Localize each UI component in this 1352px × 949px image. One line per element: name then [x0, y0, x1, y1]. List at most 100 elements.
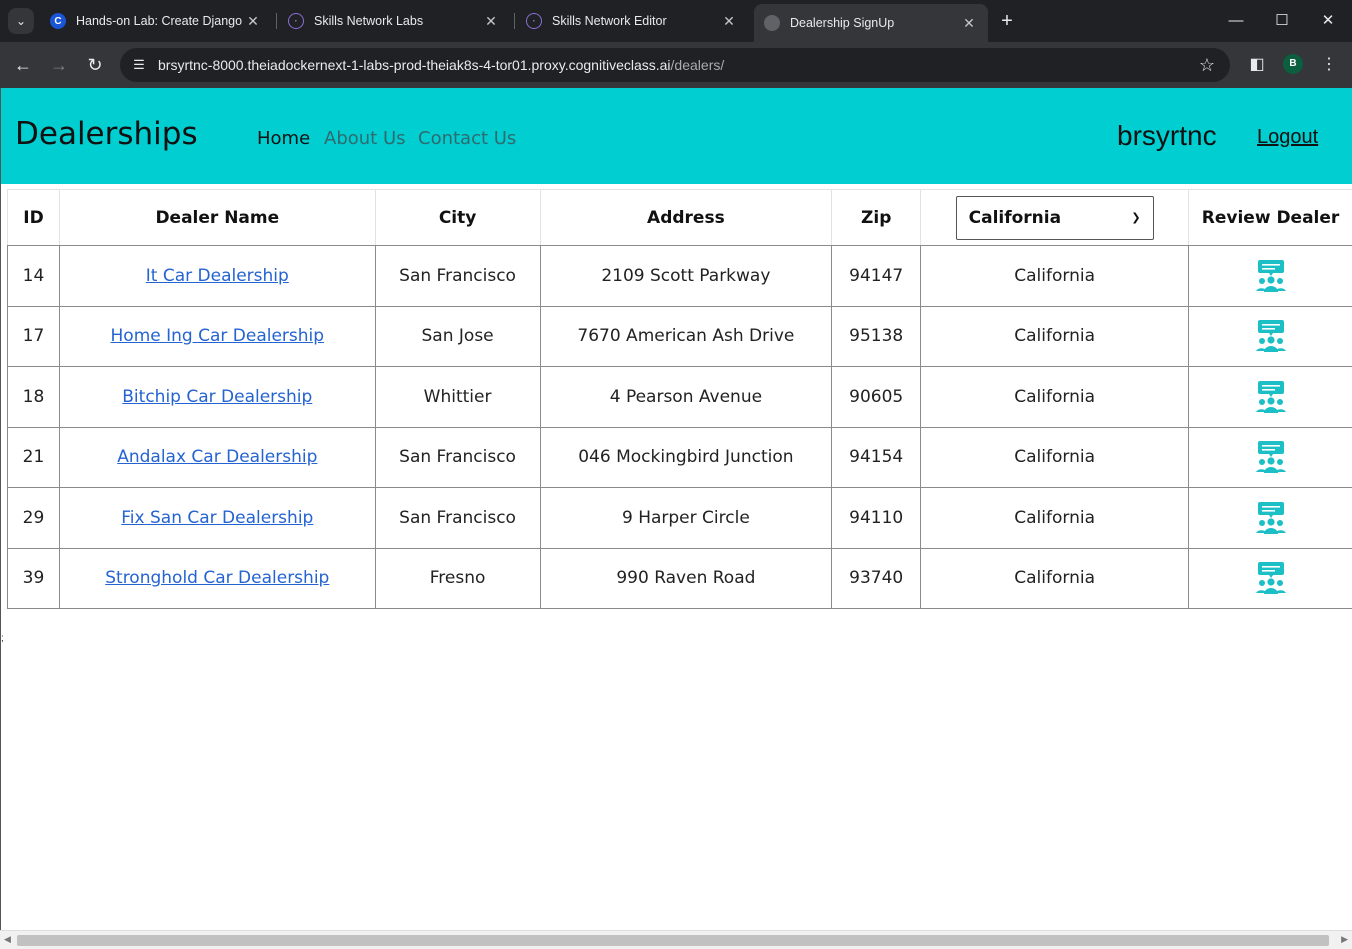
globe-icon — [764, 15, 780, 31]
cell-dealer-name: Stronghold Car Dealership — [58, 547, 376, 609]
scroll-left-icon[interactable]: ◀ — [4, 934, 11, 945]
chevron-down-icon: ⌄ — [15, 14, 27, 28]
cell-id: 39 — [7, 547, 60, 609]
cell-city: San Francisco — [374, 245, 541, 307]
close-icon[interactable]: ✕ — [960, 15, 978, 32]
forward-button[interactable]: → — [46, 52, 72, 78]
table-row: 17 Home Ing Car Dealership San Jose 7670 Am… — [7, 305, 1352, 367]
review-people-icon[interactable] — [1254, 259, 1288, 293]
browser-tab-2[interactable]: · Skills Network Labs ✕ — [278, 6, 510, 36]
cell-address: 990 Raven Road — [539, 547, 833, 609]
browser-tab-1[interactable]: C Hands-on Lab: Create Django P ✕ — [40, 6, 272, 36]
cell-address: 4 Pearson Avenue — [539, 366, 833, 428]
cell-review — [1188, 487, 1352, 549]
review-people-icon[interactable] — [1254, 501, 1288, 535]
header-dealer-name: Dealer Name — [58, 189, 376, 246]
menu-kebab-icon[interactable]: ⋮ — [1318, 54, 1340, 76]
cell-review — [1188, 426, 1352, 488]
table-row: 21 Andalax Car Dealership San Francisco 046… — [7, 426, 1352, 488]
chevron-down-icon: ❯ — [1131, 211, 1141, 224]
cell-zip: 90605 — [831, 366, 922, 428]
nav-link-contact[interactable]: Contact Us — [418, 128, 516, 149]
table-row: 29 Fix San Car Dealership San Francisco 9 H… — [7, 487, 1352, 549]
cell-address: 9 Harper Circle — [539, 487, 833, 549]
header-city: City — [374, 189, 541, 246]
close-icon[interactable]: ✕ — [244, 13, 262, 30]
new-tab-button[interactable]: + — [996, 10, 1018, 32]
nav-link-about[interactable]: About Us — [324, 128, 406, 149]
side-panel-icon[interactable]: ◧ — [1246, 54, 1268, 76]
cell-id: 21 — [7, 426, 60, 488]
cell-city: Fresno — [374, 547, 541, 609]
header-zip: Zip — [831, 189, 922, 246]
dealer-link[interactable]: Home Ing Car Dealership — [111, 326, 325, 346]
cell-review — [1188, 245, 1352, 307]
cell-id: 14 — [7, 245, 60, 307]
table-row: 14 It Car Dealership San Francisco 2109 Sco… — [7, 245, 1352, 307]
dealer-link[interactable]: Bitchip Car Dealership — [122, 387, 312, 407]
browser-tab-3[interactable]: · Skills Network Editor ✕ — [516, 6, 748, 36]
dealer-link[interactable]: It Car Dealership — [146, 266, 289, 286]
dealer-link[interactable]: Stronghold Car Dealership — [105, 568, 329, 588]
cell-id: 29 — [7, 487, 60, 549]
review-people-icon[interactable] — [1254, 440, 1288, 474]
stray-text: ; — [1, 633, 4, 644]
site-info-icon[interactable]: ☰ — [130, 56, 148, 74]
minimize-button[interactable]: — — [1222, 8, 1250, 34]
maximize-button[interactable]: ☐ — [1268, 8, 1296, 34]
cell-state: California — [920, 366, 1190, 428]
back-button[interactable]: ← — [10, 52, 36, 78]
cell-dealer-name: Andalax Car Dealership — [58, 426, 376, 488]
dealer-link[interactable]: Andalax Car Dealership — [117, 447, 317, 467]
cell-id: 17 — [7, 305, 60, 367]
cell-dealer-name: It Car Dealership — [58, 245, 376, 307]
browser-tab-active[interactable]: Dealership SignUp ✕ — [754, 4, 988, 42]
cell-address: 7670 American Ash Drive — [539, 305, 833, 367]
navbar-brand[interactable]: Dealerships — [15, 116, 198, 152]
address-bar[interactable]: ☰ brsyrtnc-8000.theiadockernext-1-labs-p… — [120, 48, 1230, 82]
table-header-row: ID Dealer Name City Address Zip Californ… — [7, 189, 1352, 246]
cell-address: 046 Mockingbird Junction — [539, 426, 833, 488]
tab-title: Skills Network Labs — [314, 14, 424, 28]
close-window-button[interactable]: ✕ — [1314, 8, 1342, 34]
table-row: 18 Bitchip Car Dealership Whittier 4 Pearso… — [7, 366, 1352, 428]
close-icon[interactable]: ✕ — [482, 13, 500, 30]
bookmark-star-icon[interactable]: ☆ — [1196, 54, 1218, 76]
cell-state: California — [920, 547, 1190, 609]
cell-state: California — [920, 426, 1190, 488]
scrollbar-thumb[interactable] — [17, 935, 1329, 946]
profile-avatar[interactable]: B — [1283, 54, 1303, 74]
cell-state: California — [920, 245, 1190, 307]
browser-toolbar: ← → ↻ ☰ brsyrtnc-8000.theiadockernext-1-… — [0, 42, 1352, 88]
cell-zip: 94110 — [831, 487, 922, 549]
dealer-link[interactable]: Fix San Car Dealership — [121, 508, 313, 528]
state-filter-select[interactable]: California ❯ — [955, 195, 1154, 240]
cell-dealer-name: Fix San Car Dealership — [58, 487, 376, 549]
cell-city: San Francisco — [374, 487, 541, 549]
nav-link-home[interactable]: Home — [257, 128, 310, 149]
review-people-icon[interactable] — [1254, 380, 1288, 414]
tab-search-button[interactable]: ⌄ — [8, 8, 34, 34]
url-text[interactable]: brsyrtnc-8000.theiadockernext-1-labs-pro… — [158, 57, 724, 73]
state-filter-value: California — [968, 207, 1062, 228]
cell-state: California — [920, 487, 1190, 549]
cell-review — [1188, 547, 1352, 609]
tab-title: Hands-on Lab: Create Django P — [76, 14, 244, 28]
username-label: brsyrtnc — [1117, 120, 1217, 151]
close-icon[interactable]: ✕ — [720, 13, 738, 30]
review-people-icon[interactable] — [1254, 319, 1288, 353]
header-address: Address — [539, 189, 833, 246]
cell-zip: 95138 — [831, 305, 922, 367]
reload-button[interactable]: ↻ — [82, 52, 108, 78]
cell-city: San Francisco — [374, 426, 541, 488]
review-people-icon[interactable] — [1254, 561, 1288, 595]
logout-link[interactable]: Logout — [1257, 126, 1318, 149]
cell-zip: 94147 — [831, 245, 922, 307]
skills-network-icon: · — [526, 13, 542, 29]
horizontal-scrollbar[interactable]: ◀ ▶ — [0, 930, 1352, 949]
cell-city: San Jose — [374, 305, 541, 367]
navbar: Dealerships Home About Us Contact Us brs… — [1, 88, 1352, 184]
scroll-right-icon[interactable]: ▶ — [1341, 934, 1348, 945]
cell-state: California — [920, 305, 1190, 367]
table-row: 39 Stronghold Car Dealership Fresno 990 Rav… — [7, 547, 1352, 609]
